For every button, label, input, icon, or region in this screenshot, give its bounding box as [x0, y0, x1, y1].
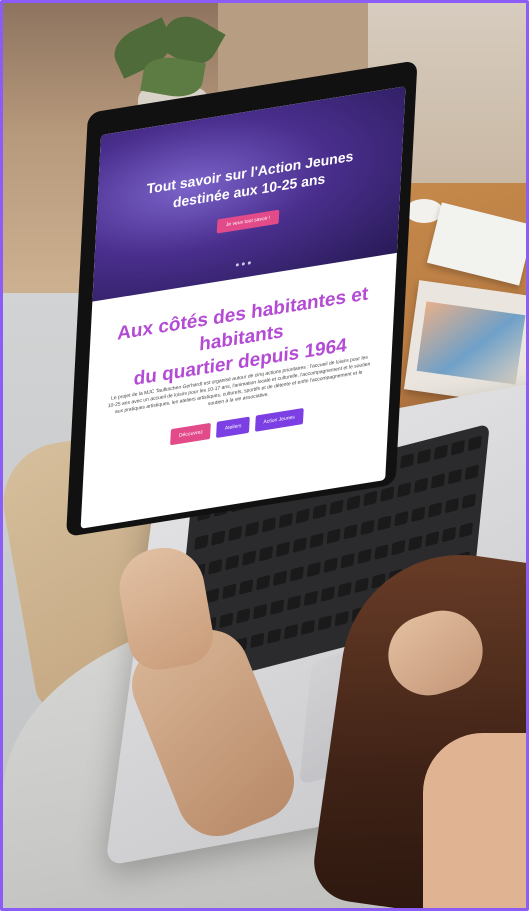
- keyboard-key: [343, 523, 358, 540]
- keyboard-key: [261, 516, 277, 533]
- carousel-dot[interactable]: [235, 263, 239, 267]
- photo-frame: Tout savoir sur l'Action Jeunes destinée…: [0, 0, 529, 911]
- keyboard-key: [303, 590, 318, 607]
- keyboard-key: [269, 599, 285, 616]
- keyboard-key: [416, 448, 432, 465]
- keyboard-key: [286, 594, 302, 611]
- keyboard-key: [461, 493, 476, 510]
- keyboard-key: [377, 515, 392, 531]
- keyboard-key: [312, 503, 327, 520]
- decouvrez-button[interactable]: Découvrez: [170, 422, 212, 446]
- keyboard-key: [255, 574, 271, 591]
- carousel-dots[interactable]: [235, 261, 251, 267]
- keyboard-key: [340, 552, 355, 569]
- keyboard-key: [444, 497, 460, 514]
- keyboard-key: [306, 561, 321, 578]
- keyboard-key: [320, 586, 335, 602]
- laptop-screen: Tout savoir sur l'Action Jeunes destinée…: [80, 86, 406, 529]
- ateliers-button[interactable]: Ateliers: [216, 416, 250, 438]
- keyboard-key: [374, 544, 389, 560]
- keyboard-key: [239, 579, 254, 595]
- keyboard-key: [397, 481, 412, 498]
- keyboard-key: [211, 530, 226, 546]
- keyboard-key: [380, 486, 395, 503]
- carousel-dot[interactable]: [241, 262, 245, 266]
- magazine-art: [416, 301, 526, 385]
- keyboard-key: [467, 435, 482, 452]
- keyboard-key: [250, 632, 265, 649]
- keyboard-key: [194, 534, 209, 551]
- keyboard-key: [317, 615, 332, 631]
- keyboard-key: [458, 522, 474, 538]
- keyboard-key: [289, 565, 304, 582]
- keyboard-key: [225, 554, 240, 571]
- keyboard-key: [447, 468, 463, 485]
- keyboard-key: [295, 508, 310, 524]
- keyboard-key: [275, 541, 291, 558]
- hero-cta-button[interactable]: Je veux tout savoir !: [216, 209, 280, 234]
- keyboard-key: [400, 453, 415, 469]
- keyboard-key: [219, 612, 234, 629]
- keyboard-key: [208, 558, 223, 575]
- keyboard-key: [272, 570, 288, 587]
- keyboard-key: [450, 439, 465, 456]
- keyboard-key: [300, 619, 316, 636]
- keyboard-key: [360, 519, 375, 536]
- keyboard-key: [329, 499, 344, 516]
- keyboard-key: [411, 506, 426, 523]
- keyboard-key: [425, 530, 440, 547]
- keyboard-key: [354, 577, 369, 594]
- keyboard-key: [236, 608, 251, 624]
- keyboard-key: [430, 473, 446, 489]
- keyboard-key: [326, 528, 341, 545]
- keyboard-key: [427, 502, 443, 518]
- keyboard-key: [309, 532, 324, 549]
- keyboard-key: [346, 495, 361, 511]
- keyboard-key: [441, 526, 457, 543]
- keyboard-key: [433, 444, 449, 460]
- keyboard-key: [334, 610, 349, 627]
- keyboard-key: [253, 603, 268, 620]
- keyboard-key: [464, 464, 479, 481]
- keyboard-key: [222, 583, 237, 600]
- keyboard-key: [337, 581, 352, 598]
- keyboard-key: [292, 537, 307, 553]
- keyboard-key: [283, 623, 299, 640]
- keyboard-key: [357, 548, 372, 565]
- person-shoulder: [423, 733, 526, 908]
- keyboard-key: [244, 521, 260, 538]
- keyboard-key: [258, 545, 274, 562]
- hero-title: Tout savoir sur l'Action Jeunes destinée…: [96, 139, 402, 224]
- keyboard-key: [278, 512, 293, 529]
- keyboard-key: [394, 510, 409, 527]
- keyboard-key: [323, 557, 338, 573]
- keyboard-key: [414, 477, 429, 494]
- carousel-dot[interactable]: [247, 261, 251, 265]
- keyboard-key: [267, 628, 282, 644]
- keyboard-key: [242, 550, 257, 566]
- action-jeunes-button[interactable]: Action Jeunes: [255, 408, 304, 432]
- keyboard-key: [228, 525, 243, 542]
- keyboard-key: [363, 490, 378, 507]
- keyboard-key: [391, 539, 406, 556]
- keyboard-key: [408, 535, 423, 552]
